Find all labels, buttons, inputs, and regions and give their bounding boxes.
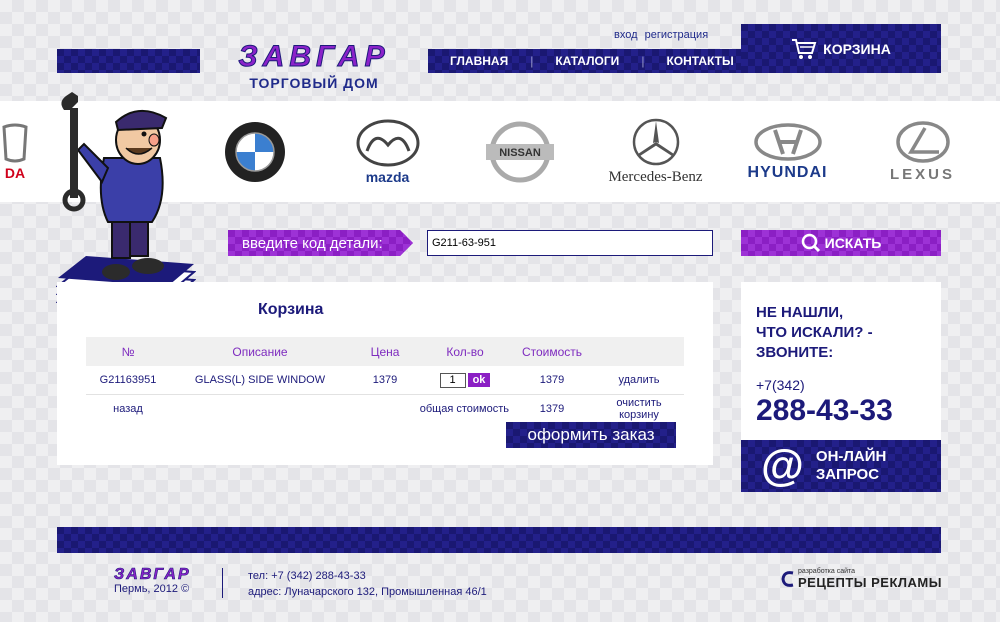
contact-question-line: НЕ НАШЛИ, <box>756 304 844 321</box>
cart-icon <box>792 38 817 59</box>
brand-honda[interactable]: DA <box>0 101 40 202</box>
col-price: Цена <box>350 337 420 366</box>
col-number: № <box>86 337 170 366</box>
brand-mazda-text: mazda <box>365 168 410 185</box>
register-link[interactable]: регистрация <box>645 29 709 41</box>
developer-small-text: разработка сайта <box>798 568 856 575</box>
login-link[interactable]: вход <box>614 29 638 41</box>
nav-item-catalogs[interactable]: КАТАЛОГИ <box>533 54 641 68</box>
brand-hyundai[interactable]: HYUNDAI <box>735 101 840 202</box>
auth-links: вход регистрация <box>610 29 708 41</box>
online-request-line: ОН-ЛАЙН <box>815 448 887 465</box>
mazda-logo-icon <box>356 119 419 166</box>
brand-mercedes-text: Mercedes-Benz <box>608 169 703 185</box>
online-request-line: ЗАПРОС <box>815 466 880 483</box>
col-description: Описание <box>170 337 350 366</box>
main-nav: ГЛАВНАЯ | КАТАЛОГИ | КОНТАКТЫ <box>428 49 741 73</box>
cell-action: удалить <box>594 366 684 395</box>
nissan-logo-icon: NISSAN <box>486 121 554 182</box>
cell-empty <box>170 395 350 424</box>
phone-number: 288-43-33 <box>756 394 893 427</box>
cart-summary-row: назад общая стоимость 1379 очистить корз… <box>86 395 684 424</box>
quantity-control: ok <box>439 372 491 388</box>
phone-code: +7(342) <box>756 377 805 393</box>
developer-name: РЕЦЕПТЫ РЕКЛАМЫ <box>798 575 942 590</box>
cell-number: G21163951 <box>86 366 170 395</box>
footer-logo[interactable]: ЗАВГАР <box>114 566 191 584</box>
brand-hyundai-text: HYUNDAI <box>747 163 828 181</box>
brand-nissan-text: NISSAN <box>499 147 541 159</box>
brand-lexus-text: LEXUS <box>889 166 955 183</box>
cart-label: КОРЗИНА <box>823 40 891 57</box>
contact-question: НЕ НАШЛИ, ЧТО ИСКАЛИ? - ЗВОНИТЕ: <box>756 303 873 363</box>
quantity-ok-button[interactable]: ok <box>467 373 491 387</box>
brand-honda-text: DA <box>4 164 26 181</box>
brand-lexus[interactable]: LEXUS <box>870 101 975 202</box>
logo[interactable]: ЗАВГАР <box>228 40 400 73</box>
at-icon: @ <box>761 441 804 490</box>
footer-address: адрес: Луначарского 132, Промышленная 46… <box>248 586 487 598</box>
table-header-row: № Описание Цена Кол-во Стоимость <box>86 337 684 366</box>
place-order-button[interactable]: оформить заказ <box>506 422 676 448</box>
total-value: 1379 <box>539 403 565 415</box>
brand-bmw[interactable] <box>215 101 295 202</box>
footer-phone: тел: +7 (342) 288-43-33 <box>248 570 366 582</box>
cell-back: назад <box>86 395 170 424</box>
developer-credit[interactable]: разработка сайта РЕЦЕПТЫ РЕКЛАМЫ <box>780 568 942 590</box>
cell-description: GLASS(L) SIDE WINDOW <box>170 366 350 395</box>
online-request-label: ОН-ЛАЙН ЗАПРОС <box>816 448 886 484</box>
search-button[interactable]: ИСКАТЬ <box>741 230 941 256</box>
cart-title: Корзина <box>258 301 324 318</box>
search-button-label: ИСКАТЬ <box>824 235 882 251</box>
developer-logo-icon <box>781 571 794 587</box>
footer-bar <box>57 527 941 553</box>
online-request-button[interactable]: @ ОН-ЛАЙН ЗАПРОС <box>741 440 941 492</box>
contact-question-line: ЧТО ИСКАЛИ? - <box>756 324 873 341</box>
cell-total: 1379 <box>510 366 594 395</box>
lexus-logo-icon <box>895 121 950 163</box>
brand-mercedes[interactable]: Mercedes-Benz <box>598 101 713 202</box>
honda-logo-icon <box>2 123 28 162</box>
back-link[interactable]: назад <box>113 403 143 415</box>
brand-mazda[interactable]: mazda <box>345 101 430 202</box>
bmw-logo-icon <box>225 121 285 182</box>
clear-cart-link[interactable]: очистить корзину <box>616 397 661 421</box>
cart-table: № Описание Цена Кол-во Стоимость G211639… <box>86 337 684 423</box>
search-label: введите код детали: <box>228 230 413 256</box>
footer-divider <box>222 568 223 598</box>
col-cost: Стоимость <box>510 337 594 366</box>
mercedes-logo-icon <box>632 118 679 166</box>
nav-item-home[interactable]: ГЛАВНАЯ <box>428 54 530 68</box>
col-action <box>594 337 684 366</box>
delete-item-link[interactable]: удалить <box>618 374 659 386</box>
col-quantity: Кол-во <box>420 337 510 366</box>
cell-price: 1379 <box>350 366 420 395</box>
cart-button[interactable]: КОРЗИНА <box>741 24 941 73</box>
part-code-input[interactable] <box>427 230 713 256</box>
total-label: общая стоимость <box>419 403 509 415</box>
developer-text: разработка сайта РЕЦЕПТЫ РЕКЛАМЫ <box>798 568 942 590</box>
hyundai-logo-icon <box>753 122 822 161</box>
brand-nissan[interactable]: NISSAN <box>475 101 565 202</box>
table-row: G21163951 GLASS(L) SIDE WINDOW 1379 ok 1… <box>86 366 684 395</box>
cell-clear: очистить корзину <box>594 395 684 424</box>
cell-quantity: ok <box>420 366 510 395</box>
footer-contacts: тел: +7 (342) 288-43-33 адрес: Луначарск… <box>248 568 487 600</box>
nav-item-contacts[interactable]: КОНТАКТЫ <box>644 54 755 68</box>
logo-subtitle: ТОРГОВЫЙ ДОМ <box>249 75 379 91</box>
logo-title: ЗАВГАР <box>238 40 390 73</box>
header-decor-bar <box>57 49 200 73</box>
quantity-input[interactable] <box>439 372 466 388</box>
search-icon <box>801 233 820 253</box>
contact-question-line: ЗВОНИТЕ: <box>756 344 834 361</box>
footer-city: Пермь, 2012 © <box>114 583 190 595</box>
